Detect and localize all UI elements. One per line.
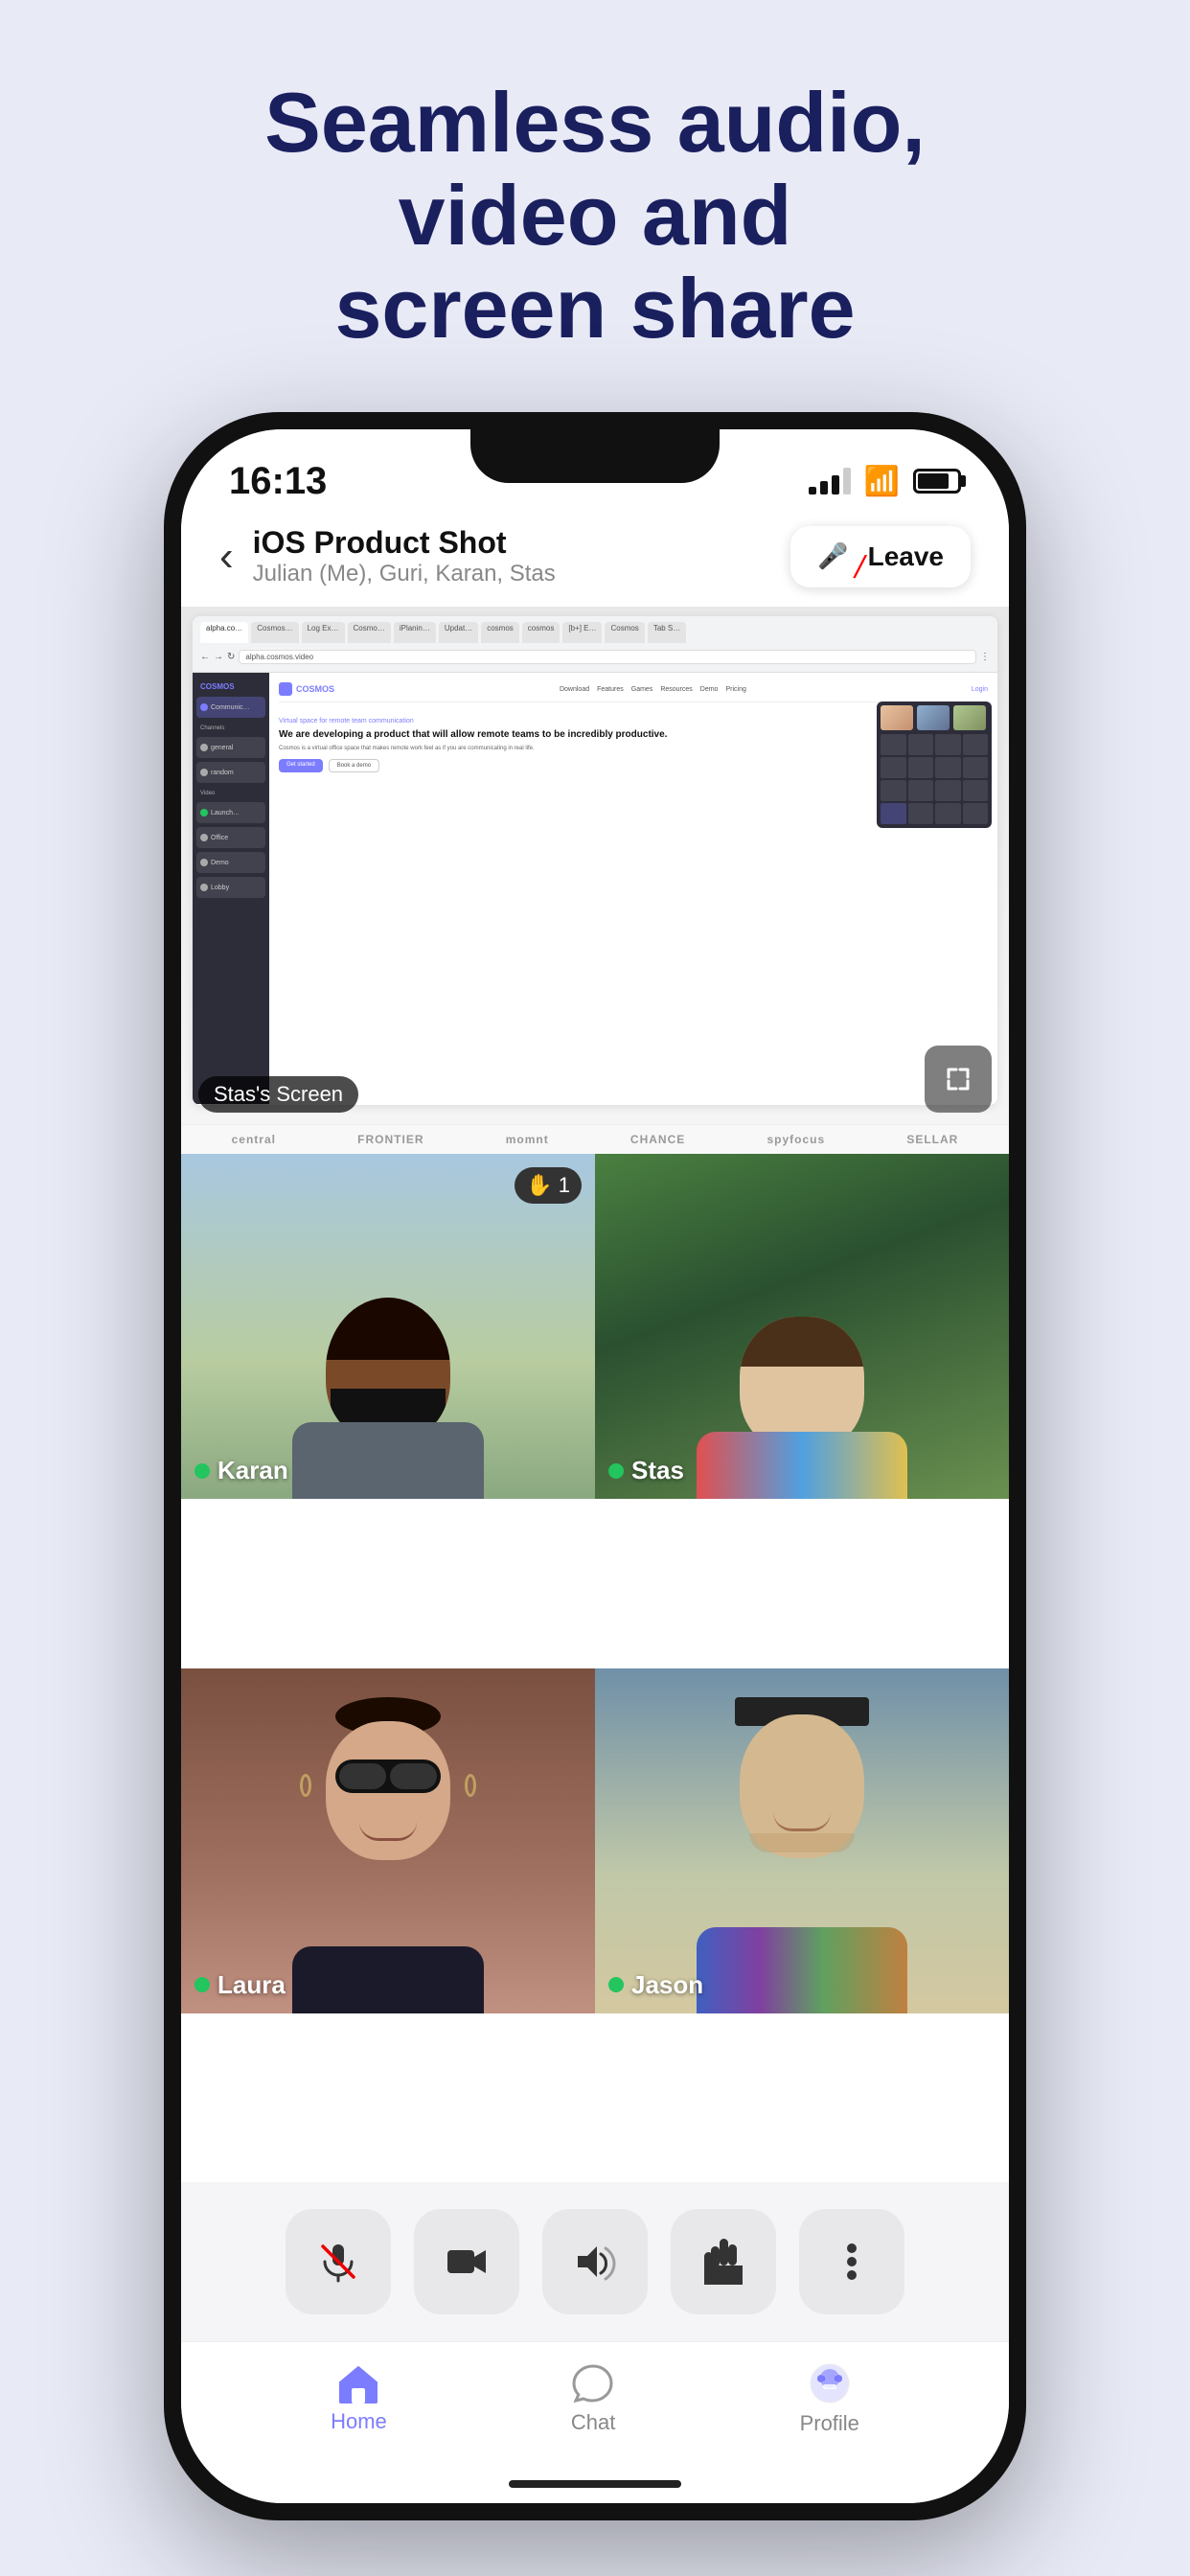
participant-label-stas: Stas xyxy=(608,1456,684,1485)
video-cell-laura: Laura xyxy=(181,1668,595,2013)
status-time: 16:13 xyxy=(229,460,327,503)
wifi-icon: 📶 xyxy=(864,465,900,498)
video-cell-stas: Stas xyxy=(595,1154,1009,1499)
leave-label: Leave xyxy=(868,541,944,572)
video-panel-overlay xyxy=(877,702,992,828)
headline: Seamless audio, video andscreen share xyxy=(164,0,1026,412)
home-bar xyxy=(509,2480,681,2488)
fake-browser: alpha.co… Cosmos… Log Ex… Cosmo… iPlanin… xyxy=(193,616,997,1105)
brand-spyfocus: spyfocus xyxy=(767,1133,825,1146)
leave-button[interactable]: 🎤 ╱ Leave xyxy=(790,526,971,587)
brand-chance: CHANCE xyxy=(630,1133,685,1146)
volume-button[interactable] xyxy=(542,2209,648,2314)
phone-screen: 16:13 📶 ‹ iOS Product Shot Julian (Me), … xyxy=(181,429,1009,2503)
video-button[interactable] xyxy=(414,2209,519,2314)
tab-chat-label: Chat xyxy=(571,2410,615,2435)
signal-icon xyxy=(809,468,851,494)
brand-sellar: SELLAR xyxy=(906,1133,958,1146)
phone-frame: 16:13 📶 ‹ iOS Product Shot Julian (Me), … xyxy=(164,412,1026,2520)
room-name: iOS Product Shot xyxy=(253,525,772,561)
participant-label-jason: Jason xyxy=(608,1970,703,2000)
tab-profile-label: Profile xyxy=(800,2411,859,2436)
more-button[interactable] xyxy=(799,2209,904,2314)
call-header: ‹ iOS Product Shot Julian (Me), Guri, Ka… xyxy=(181,506,1009,607)
mute-button[interactable] xyxy=(286,2209,391,2314)
leave-mic-icon: 🎤 xyxy=(817,541,848,571)
video-cell-karan: ✋ 1 Karan xyxy=(181,1154,595,1499)
back-button[interactable]: ‹ xyxy=(219,533,234,581)
video-cell-jason: Jason xyxy=(595,1668,1009,2013)
headline-text: Seamless audio, video andscreen share xyxy=(164,77,1026,355)
tab-profile[interactable]: Profile xyxy=(800,2361,859,2436)
screen-share-content: alpha.co… Cosmos… Log Ex… Cosmo… iPlanin… xyxy=(181,607,1009,1124)
home-indicator xyxy=(181,2465,1009,2503)
call-controls xyxy=(181,2182,1009,2341)
raise-hand-badge-karan: ✋ 1 xyxy=(515,1167,582,1204)
notch xyxy=(470,429,720,483)
participant-label-laura: Laura xyxy=(195,1970,286,2000)
call-title-group: iOS Product Shot Julian (Me), Guri, Kara… xyxy=(234,525,791,587)
brand-central: central xyxy=(232,1133,276,1146)
tab-home[interactable]: Home xyxy=(331,2363,387,2434)
tab-chat[interactable]: Chat xyxy=(571,2362,615,2435)
screen-share-area: alpha.co… Cosmos… Log Ex… Cosmo… iPlanin… xyxy=(181,607,1009,1124)
brand-frontier: FRONTIER xyxy=(357,1133,423,1146)
participants-list: Julian (Me), Guri, Karan, Stas xyxy=(253,561,772,587)
fullscreen-button[interactable] xyxy=(925,1046,992,1113)
raise-hand-button[interactable] xyxy=(671,2209,776,2314)
stas-screen-label: Stas's Screen xyxy=(198,1076,358,1113)
tab-home-label: Home xyxy=(331,2409,387,2434)
brand-momnt: momnt xyxy=(506,1133,549,1146)
participant-label-karan: Karan xyxy=(195,1456,288,1485)
video-grid: ✋ 1 Karan xyxy=(181,1154,1009,2182)
brand-bar: central FRONTIER momnt CHANCE spyfocus S… xyxy=(181,1124,1009,1154)
status-icons: 📶 xyxy=(809,465,961,498)
tab-bar: Home Chat Profile xyxy=(181,2341,1009,2465)
battery-icon xyxy=(913,469,961,494)
